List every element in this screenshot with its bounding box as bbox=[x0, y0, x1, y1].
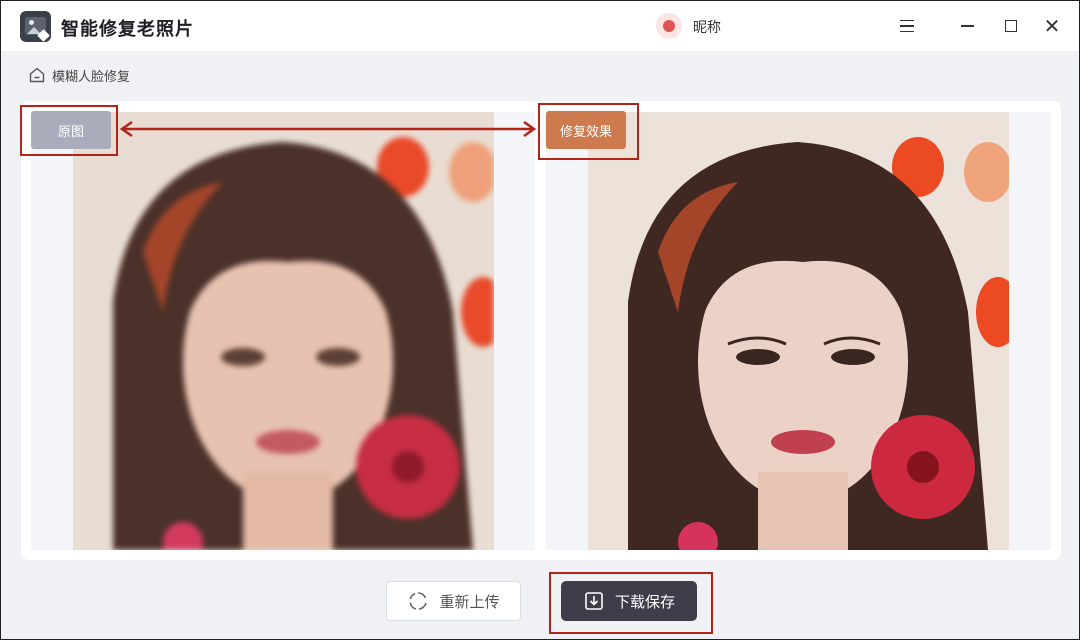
close-icon: ✕ bbox=[1043, 14, 1061, 38]
close-button[interactable]: ✕ bbox=[1039, 13, 1065, 39]
refresh-icon bbox=[409, 592, 428, 610]
minimize-button[interactable] bbox=[954, 13, 980, 39]
minimize-icon bbox=[960, 25, 974, 27]
annotation-box-original bbox=[20, 105, 118, 156]
menu-button[interactable] bbox=[894, 13, 920, 39]
user-name[interactable]: 昵称 bbox=[693, 17, 721, 37]
maximize-icon bbox=[1005, 20, 1017, 32]
title-bar: 智能修复老照片 昵称 ✕ bbox=[1, 1, 1079, 51]
app-window: 智能修复老照片 昵称 ✕ 模糊人脸修复 原图 修复效果 重新上传 下载保存 bbox=[0, 0, 1080, 640]
breadcrumb-label: 模糊人脸修复 bbox=[52, 69, 131, 85]
portrait-image bbox=[588, 112, 1009, 550]
breadcrumb: 模糊人脸修复 bbox=[28, 65, 130, 85]
original-photo bbox=[73, 112, 494, 550]
result-photo-area bbox=[546, 112, 1051, 550]
app-title: 智能修复老照片 bbox=[61, 19, 194, 40]
double-arrow-icon bbox=[119, 120, 537, 138]
home-icon[interactable] bbox=[28, 66, 46, 84]
portrait-image bbox=[73, 112, 494, 550]
reupload-button[interactable]: 重新上传 bbox=[386, 581, 521, 621]
result-photo bbox=[588, 112, 1009, 550]
maximize-button[interactable] bbox=[998, 13, 1024, 39]
download-label: 下载保存 bbox=[614, 592, 675, 611]
hamburger-icon bbox=[900, 18, 914, 35]
reupload-label: 重新上传 bbox=[439, 592, 500, 611]
annotation-box-result bbox=[538, 103, 639, 160]
download-icon bbox=[585, 592, 603, 610]
app-logo-icon bbox=[20, 11, 51, 42]
compare-panel: 原图 修复效果 bbox=[21, 101, 1061, 560]
original-photo-area bbox=[31, 112, 535, 550]
download-button[interactable]: 下载保存 bbox=[561, 581, 697, 621]
user-avatar[interactable] bbox=[656, 13, 682, 39]
